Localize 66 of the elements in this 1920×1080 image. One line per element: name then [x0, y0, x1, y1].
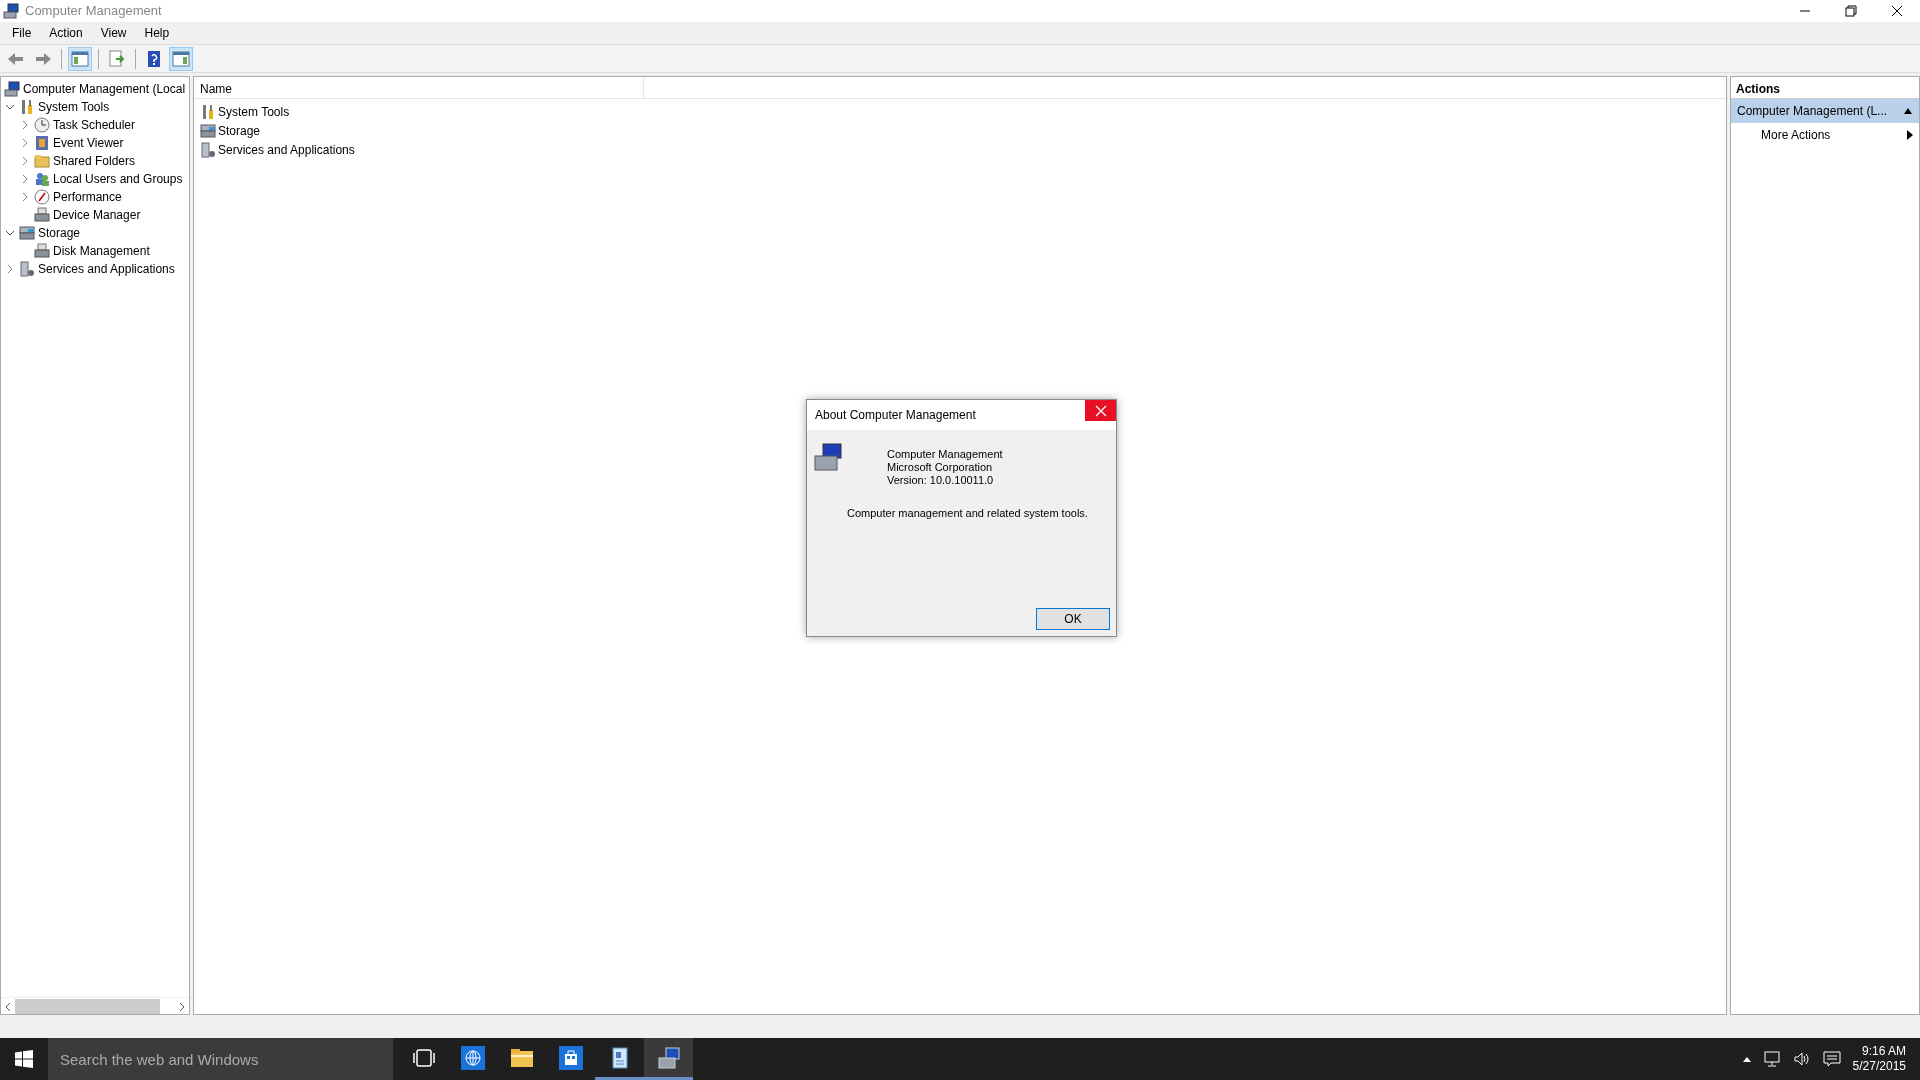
clock-time[interactable]: 9:16 AM — [1852, 1044, 1906, 1059]
tools-icon — [19, 99, 35, 115]
computer-icon — [656, 1045, 681, 1070]
tree-item[interactable]: System Tools — [38, 98, 110, 116]
show-hidden-icons-icon[interactable] — [1742, 1056, 1751, 1062]
tree-item[interactable]: Local Users and Groups — [53, 170, 183, 188]
close-icon — [1094, 404, 1107, 417]
tree-item[interactable]: Computer Management (Local — [23, 80, 186, 98]
folder-icon — [34, 153, 50, 169]
actions-pane-entry[interactable]: More Actions — [1731, 123, 1919, 147]
dialog-title: About Computer Management — [815, 407, 976, 424]
column-header[interactable]: Name — [194, 77, 644, 98]
right-triangle-icon — [1907, 130, 1913, 140]
search-field[interactable]: Search the web and Windows — [48, 1038, 393, 1080]
log-book-icon — [34, 135, 50, 151]
tree-item[interactable]: Task Scheduler — [53, 116, 136, 134]
close-button[interactable] — [1085, 400, 1116, 421]
shopping-bag-icon — [558, 1045, 583, 1070]
tree-item[interactable]: Disk Management — [53, 242, 150, 260]
info-text: Computer Management — [887, 448, 1003, 461]
menu-item[interactable]: File — [3, 24, 41, 42]
tools-icon — [200, 103, 216, 120]
actions-pane-entry[interactable]: Computer Management (L... — [1731, 99, 1919, 123]
computer-toolbox-icon — [813, 442, 845, 474]
printer-icon — [34, 207, 50, 223]
ok-button[interactable]: OK — [1036, 608, 1110, 630]
windows-start-icon[interactable] — [15, 1050, 33, 1068]
info-text: Version: 10.0.10011.0 — [887, 474, 995, 487]
tree-item[interactable]: Storage — [38, 224, 81, 242]
speaker-icon[interactable] — [1792, 1051, 1811, 1067]
list-item[interactable]: Services and Applications — [218, 140, 355, 159]
menu-item[interactable]: Help — [135, 24, 179, 42]
network-icon[interactable] — [1762, 1051, 1781, 1067]
globe-icon — [460, 1045, 485, 1070]
up-triangle-icon — [1903, 107, 1913, 115]
tree-item[interactable]: Shared Folders — [53, 152, 136, 170]
clock-date[interactable]: 5/27/2015 — [1852, 1059, 1906, 1074]
menu-item[interactable]: View — [91, 24, 136, 42]
clock-icon — [34, 117, 50, 133]
storage-icon — [200, 122, 216, 139]
window-title: Computer Management — [25, 2, 163, 21]
tree-item[interactable]: Event Viewer — [53, 134, 124, 152]
menu-item[interactable]: Action — [40, 24, 92, 42]
pane-icon — [70, 48, 90, 69]
description-text: Computer management and related system tools. — [846, 506, 1089, 521]
server-icon — [19, 261, 35, 277]
notifications-icon[interactable] — [1822, 1051, 1841, 1067]
server-icon — [200, 141, 216, 158]
users-icon — [34, 171, 50, 187]
export-list-icon — [107, 48, 127, 69]
pane-button[interactable] — [68, 46, 92, 71]
computer-icon — [4, 81, 20, 97]
tree-item[interactable]: Performance — [53, 188, 122, 206]
pane-button[interactable] — [169, 46, 193, 71]
tree-item[interactable]: Services and Applications — [38, 260, 175, 278]
storage-icon — [19, 225, 35, 241]
scrollbar-thumb[interactable] — [15, 998, 160, 1014]
list-item[interactable]: System Tools — [218, 102, 290, 121]
taskbar-app-button[interactable] — [644, 1038, 693, 1080]
pane-icon — [171, 48, 191, 69]
list-item[interactable]: Storage — [218, 121, 261, 140]
info-text: Microsoft Corporation — [887, 461, 994, 474]
computer-icon — [3, 3, 19, 19]
tree-item[interactable]: Device Manager — [53, 206, 141, 224]
gauge-icon — [34, 189, 50, 205]
printer-icon — [34, 243, 50, 259]
